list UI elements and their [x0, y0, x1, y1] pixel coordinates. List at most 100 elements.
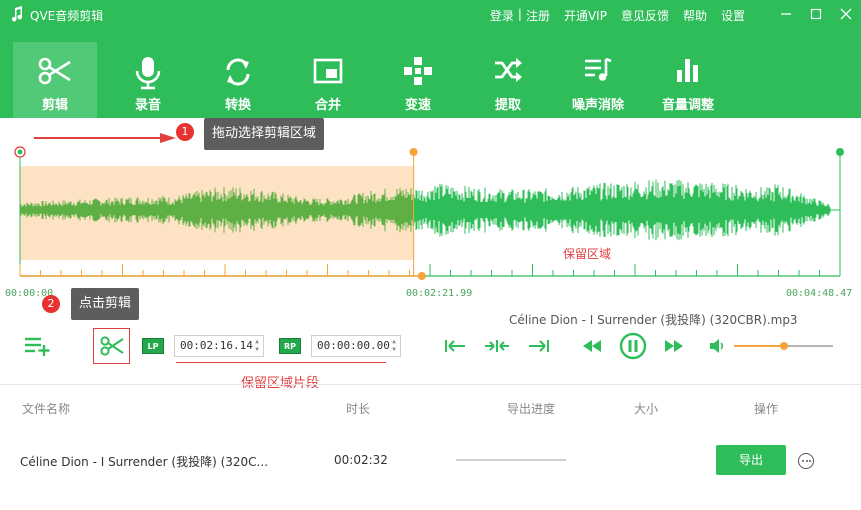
maximize-button[interactable] — [801, 0, 831, 28]
tool-convert-label: 转换 — [224, 98, 251, 113]
row-duration: 00:02:32 — [334, 453, 388, 467]
header-name: 文件名称 — [22, 402, 71, 416]
center-button[interactable] — [484, 335, 510, 357]
more-dot — [809, 460, 811, 462]
tip1-tooltip: 拖动选择剪辑区域 — [204, 118, 325, 150]
lp-tag: LP — [142, 338, 164, 354]
tool-speed[interactable]: 变速 — [373, 42, 463, 118]
tool-merge[interactable]: 合并 — [283, 42, 373, 118]
volume-button[interactable] — [708, 337, 726, 355]
header-duration: 时长 — [346, 402, 371, 416]
title-bar: QVE音频剪辑 登录 | 注册 开通VIP 意见反馈 帮助 设置 — [0, 0, 861, 30]
scissors-icon — [99, 336, 124, 356]
lp-time-value: 00:02:16.14 — [180, 339, 253, 352]
playhead-knob[interactable] — [417, 272, 426, 280]
add-list-icon — [25, 337, 50, 356]
fast-forward-icon — [665, 340, 683, 352]
minimize-button[interactable] — [771, 0, 801, 28]
shuffle-icon — [495, 58, 522, 82]
end-time-label: 00:04:48.47 — [786, 288, 853, 299]
current-file-name: Céline Dion - I Surrender (我投降) (320CBR)… — [509, 313, 798, 327]
tool-convert[interactable]: 转换 — [193, 42, 283, 118]
tip2-badge: 2 — [42, 295, 60, 313]
lp-spinner[interactable]: ▲ ▼ — [253, 338, 261, 354]
center-icon — [485, 340, 509, 352]
selection-end-handle[interactable] — [409, 148, 418, 156]
waveform-canvas[interactable] — [0, 118, 861, 288]
microphone-icon — [135, 57, 161, 90]
header-size: 大小 — [634, 402, 659, 416]
tool-record[interactable]: 录音 — [103, 42, 193, 118]
minimize-icon — [781, 13, 791, 15]
rp-time-input[interactable]: 00:00:00.00 ▲ ▼ — [311, 335, 401, 357]
end-handle[interactable] — [836, 148, 844, 156]
tip1-badge: 1 — [176, 123, 194, 141]
app-header: QVE音频剪辑 登录 | 注册 开通VIP 意见反馈 帮助 设置 剪辑 录音 转… — [0, 0, 861, 118]
top-menu: 登录 | 注册 开通VIP 意见反馈 帮助 设置 — [476, 7, 745, 24]
feedback-link[interactable]: 意见反馈 — [621, 7, 669, 24]
segment-underline — [176, 362, 386, 363]
file-table: 文件名称 时长 导出进度 大小 操作 Céline Dion - I Surre… — [0, 384, 861, 510]
volume-bars-icon — [677, 59, 698, 82]
tool-record-label: 录音 — [134, 98, 161, 113]
tool-extract-label: 提取 — [494, 98, 521, 113]
convert-icon — [226, 58, 250, 86]
noise-icon — [585, 57, 612, 81]
jump-end-button[interactable] — [527, 335, 551, 357]
speed-icon — [404, 57, 432, 85]
keep-region-label: 保留区域 — [563, 247, 612, 261]
rp-time-value: 00:00:00.00 — [317, 339, 390, 352]
app-title: QVE音频剪辑 — [30, 9, 104, 23]
row-file-name: Céline Dion - I Surrender (我投降) (320C... — [20, 455, 269, 469]
lp-time-input[interactable]: 00:02:16.14 ▲ ▼ — [174, 335, 264, 357]
header-progress: 导出进度 — [507, 402, 556, 416]
timeline-ticks — [19, 264, 841, 276]
tip2-tooltip: 点击剪辑 — [71, 288, 140, 320]
rewind-icon — [583, 340, 601, 352]
settings-link[interactable]: 设置 — [721, 7, 745, 24]
volume-knob[interactable] — [779, 342, 788, 350]
add-file-button[interactable] — [22, 334, 52, 358]
scissors-icon — [38, 57, 71, 85]
tool-cut[interactable]: 剪辑 — [13, 42, 97, 118]
music-note-icon — [11, 6, 23, 22]
tip1-arrow-head — [160, 133, 176, 143]
volume-slider[interactable] — [734, 342, 833, 350]
help-link[interactable]: 帮助 — [683, 7, 707, 24]
rewind-button[interactable] — [580, 337, 604, 355]
close-button[interactable] — [831, 0, 861, 28]
jump-end-icon — [529, 340, 549, 352]
login-link[interactable]: 登录 — [490, 7, 514, 24]
row-export-progress — [456, 459, 566, 461]
tool-volume-label: 音量调整 — [661, 98, 714, 113]
cursor-time-label: 00:02:21.99 — [406, 288, 473, 299]
register-link[interactable]: 注册 — [526, 7, 550, 24]
pause-button[interactable] — [618, 331, 648, 361]
export-button[interactable]: 导出 — [716, 445, 786, 475]
more-dot — [802, 460, 804, 462]
pause-icon — [619, 332, 647, 360]
tool-extract[interactable]: 提取 — [463, 42, 553, 118]
cut-button[interactable] — [93, 328, 130, 364]
fast-forward-button[interactable] — [662, 337, 686, 355]
more-dot — [805, 460, 808, 462]
menu-separator: | — [517, 7, 522, 21]
merge-icon — [313, 58, 343, 84]
feature-toolbar: 剪辑 录音 转换 合并 变速 提取 噪声消除 音量调整 — [13, 42, 733, 118]
start-handle-dot — [17, 149, 23, 155]
waveform-panel[interactable]: 1 拖动选择剪辑区域 保留区域 00:00:00 00:02:21.99 00:… — [0, 118, 861, 320]
rp-tag: RP — [279, 338, 301, 354]
speaker-icon — [710, 339, 724, 353]
tool-noise-label: 噪声消除 — [571, 98, 624, 113]
tool-volume[interactable]: 音量调整 — [643, 42, 733, 118]
jump-start-button[interactable] — [443, 335, 467, 357]
volume-fill — [734, 345, 784, 347]
jump-start-icon — [445, 340, 465, 352]
tool-cut-label: 剪辑 — [41, 98, 68, 113]
tool-merge-label: 合并 — [314, 98, 341, 113]
vip-link[interactable]: 开通VIP — [564, 7, 607, 24]
more-options-button[interactable] — [798, 453, 814, 469]
close-icon — [840, 8, 852, 20]
tool-noise[interactable]: 噪声消除 — [553, 42, 643, 118]
rp-spinner[interactable]: ▲ ▼ — [390, 338, 398, 354]
